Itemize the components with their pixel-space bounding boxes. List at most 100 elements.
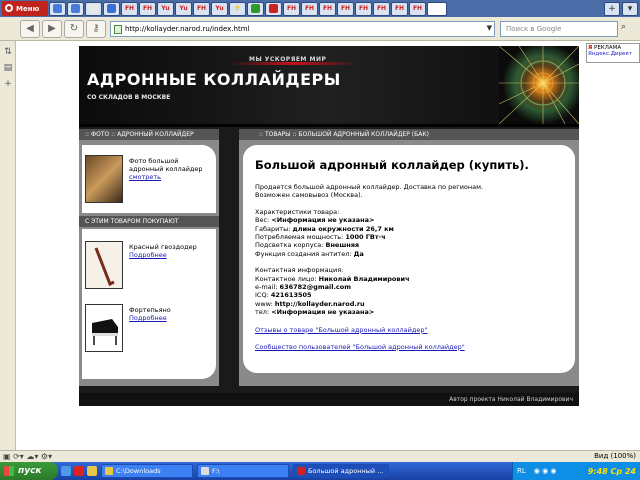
specs-row: Габариты: длина окружности 26,7 км — [255, 225, 563, 233]
taskbar-task[interactable]: F:\ — [197, 464, 289, 478]
field-label: Контактное лицо: — [255, 274, 317, 283]
browser-tab[interactable] — [85, 1, 102, 16]
search-input[interactable]: Поиск в Google — [500, 21, 618, 37]
view-photo-link[interactable]: смотреть — [129, 173, 161, 181]
field-label: Потребляемая мощность: — [255, 233, 344, 242]
collider-burst-image — [499, 46, 579, 124]
browser-tab[interactable]: FH — [409, 1, 426, 16]
tab-favicon-label: FH — [376, 5, 387, 12]
tab-favicon-icon — [89, 4, 98, 13]
field-label: www: — [255, 299, 273, 308]
start-button[interactable]: пуск — [0, 462, 58, 480]
task-list: C:\Downloads F:\ Большой адронный ... — [97, 464, 389, 478]
forward-button[interactable]: ▶ — [42, 19, 62, 38]
bookmarks-icon[interactable]: ⇅ — [3, 47, 13, 57]
site-subtitle: СО СКЛАДОВ В МОСКВЕ — [87, 94, 171, 101]
related-section-heading: С ЭТИМ ТОВАРОМ ПОКУПАЮТ — [79, 216, 219, 227]
browser-tab[interactable]: FH — [283, 1, 300, 16]
browser-tab[interactable] — [247, 1, 264, 16]
browser-tab[interactable]: FH — [319, 1, 336, 16]
piano-details-link[interactable]: Подробнее — [129, 314, 167, 322]
yandex-ad-widget[interactable]: Я РЕКЛАМА Яндекс.Директ — [586, 43, 640, 63]
language-indicator[interactable]: RL — [517, 467, 526, 475]
browser-tab[interactable] — [103, 1, 120, 16]
binoculars-icon[interactable]: ⌕ — [621, 22, 626, 32]
opera-menu-button[interactable]: Меню — [2, 1, 48, 16]
site-footer: Автор проекта Николай Владимирович — [79, 393, 579, 406]
panel-toggle-icons[interactable]: ▣ ⟳▾ ☁▾ ⚙▾ — [3, 452, 52, 461]
related-panel: Красный гвоздодер Подробнее Фортепьяно П… — [82, 229, 216, 379]
chevron-down-icon[interactable]: ▼ — [487, 24, 492, 32]
quicklaunch-ie-icon[interactable] — [61, 466, 71, 476]
browser-tab[interactable]: Yu — [175, 1, 192, 16]
browser-tab[interactable]: FH — [193, 1, 210, 16]
tab-favicon-label: FH — [304, 5, 315, 12]
contacts-row: www: http://kollayder.narod.ru — [255, 300, 563, 308]
browser-tab[interactable]: FH — [355, 1, 372, 16]
browser-tab[interactable]: FH — [121, 1, 138, 16]
photo-caption-text: Фото большой адронный коллайдер — [129, 157, 203, 173]
browser-tab[interactable]: FH — [373, 1, 390, 16]
zoom-level[interactable]: Вид (100%) — [594, 452, 636, 460]
quicklaunch-opera-icon[interactable] — [74, 466, 84, 476]
browser-tab[interactable]: FH — [337, 1, 354, 16]
tab-favicon-label: Yu — [215, 5, 224, 12]
community-link[interactable]: Сообщество пользователей "Большой адронн… — [255, 343, 465, 351]
contacts-heading: Контактная информация: — [255, 266, 344, 275]
tab-favicon-icon — [53, 4, 62, 13]
side-panel: ⇅ ▤ + — [0, 41, 16, 450]
header-divider — [79, 124, 579, 127]
tab-list-icon[interactable]: ▾ — [622, 1, 638, 16]
tabs: FH FH Yu Yu FH Yu ☢ FH FH FH FH FH FH FH FH — [48, 1, 447, 16]
contacts-row: ICQ: 421613505 — [255, 291, 563, 299]
specs-row: Вес: <Информация не указана> — [255, 216, 563, 224]
browser-tab[interactable] — [427, 1, 447, 16]
browser-tab[interactable] — [49, 1, 66, 16]
task-label: F:\ — [212, 467, 220, 475]
tab-favicon-label: ☢ — [234, 5, 241, 12]
clock[interactable]: 9:48 Ср 24 — [588, 467, 636, 476]
start-label: пуск — [18, 466, 42, 476]
page-content: Я РЕКЛАМА Яндекс.Директ МЫ УСКОРЯЕМ МИР … — [16, 41, 640, 450]
reviews-link[interactable]: Отзывы о товаре "Большой адронный коллай… — [255, 326, 428, 334]
related-item-crowbar: Красный гвоздодер Подробнее — [129, 243, 211, 259]
new-tab-icon[interactable]: + — [604, 1, 620, 16]
add-panel-icon[interactable]: + — [3, 79, 13, 89]
quicklaunch-folder-icon[interactable] — [87, 466, 97, 476]
field-value: <Информация не указана> — [271, 308, 375, 317]
piano-thumbnail[interactable] — [85, 304, 123, 352]
windows-logo-icon — [4, 466, 14, 476]
browser-tab[interactable]: Yu — [211, 1, 228, 16]
field-value: Николай Владимирович — [318, 274, 410, 283]
field-label: Габариты: — [255, 224, 291, 233]
reload-button[interactable]: ↻ — [64, 19, 84, 38]
tray-icons[interactable]: ◉ ◉ ◉ — [534, 467, 557, 475]
browser-tab[interactable]: Yu — [157, 1, 174, 16]
field-value: http://kollayder.narod.ru — [274, 299, 365, 308]
piano-name: Фортепьяно — [129, 306, 171, 314]
tab-favicon-label: FH — [196, 5, 207, 12]
field-label: e-mail: — [255, 283, 278, 292]
browser-tab[interactable]: FH — [139, 1, 156, 16]
crowbar-name: Красный гвоздодер — [129, 243, 197, 251]
key-icon[interactable]: ⚷ — [86, 19, 106, 38]
browser-tab[interactable]: FH — [391, 1, 408, 16]
back-button[interactable]: ◀ — [20, 19, 40, 38]
product-title: Большой адронный коллайдер (купить). — [255, 158, 529, 172]
collider-thumbnail[interactable] — [85, 155, 123, 203]
browser-tab[interactable] — [265, 1, 282, 16]
taskbar-task[interactable]: C:\Downloads — [101, 464, 193, 478]
yandex-direct-link[interactable]: Яндекс.Директ — [588, 51, 638, 57]
field-label: Подсветка корпуса: — [255, 241, 324, 250]
browser-tab[interactable]: ☢ — [229, 1, 246, 16]
notes-icon[interactable]: ▤ — [3, 63, 13, 73]
crowbar-icon — [94, 247, 115, 287]
crowbar-details-link[interactable]: Подробнее — [129, 251, 167, 259]
field-label: тел: — [255, 308, 270, 317]
crowbar-thumbnail[interactable] — [85, 241, 123, 289]
browser-tab[interactable]: FH — [301, 1, 318, 16]
browser-tab[interactable] — [67, 1, 84, 16]
taskbar-task[interactable]: Большой адронный ... — [293, 464, 389, 478]
tab-favicon-label: Yu — [179, 5, 188, 12]
address-bar[interactable]: http://kollayder.narod.ru/index.html ▼ — [110, 21, 495, 37]
